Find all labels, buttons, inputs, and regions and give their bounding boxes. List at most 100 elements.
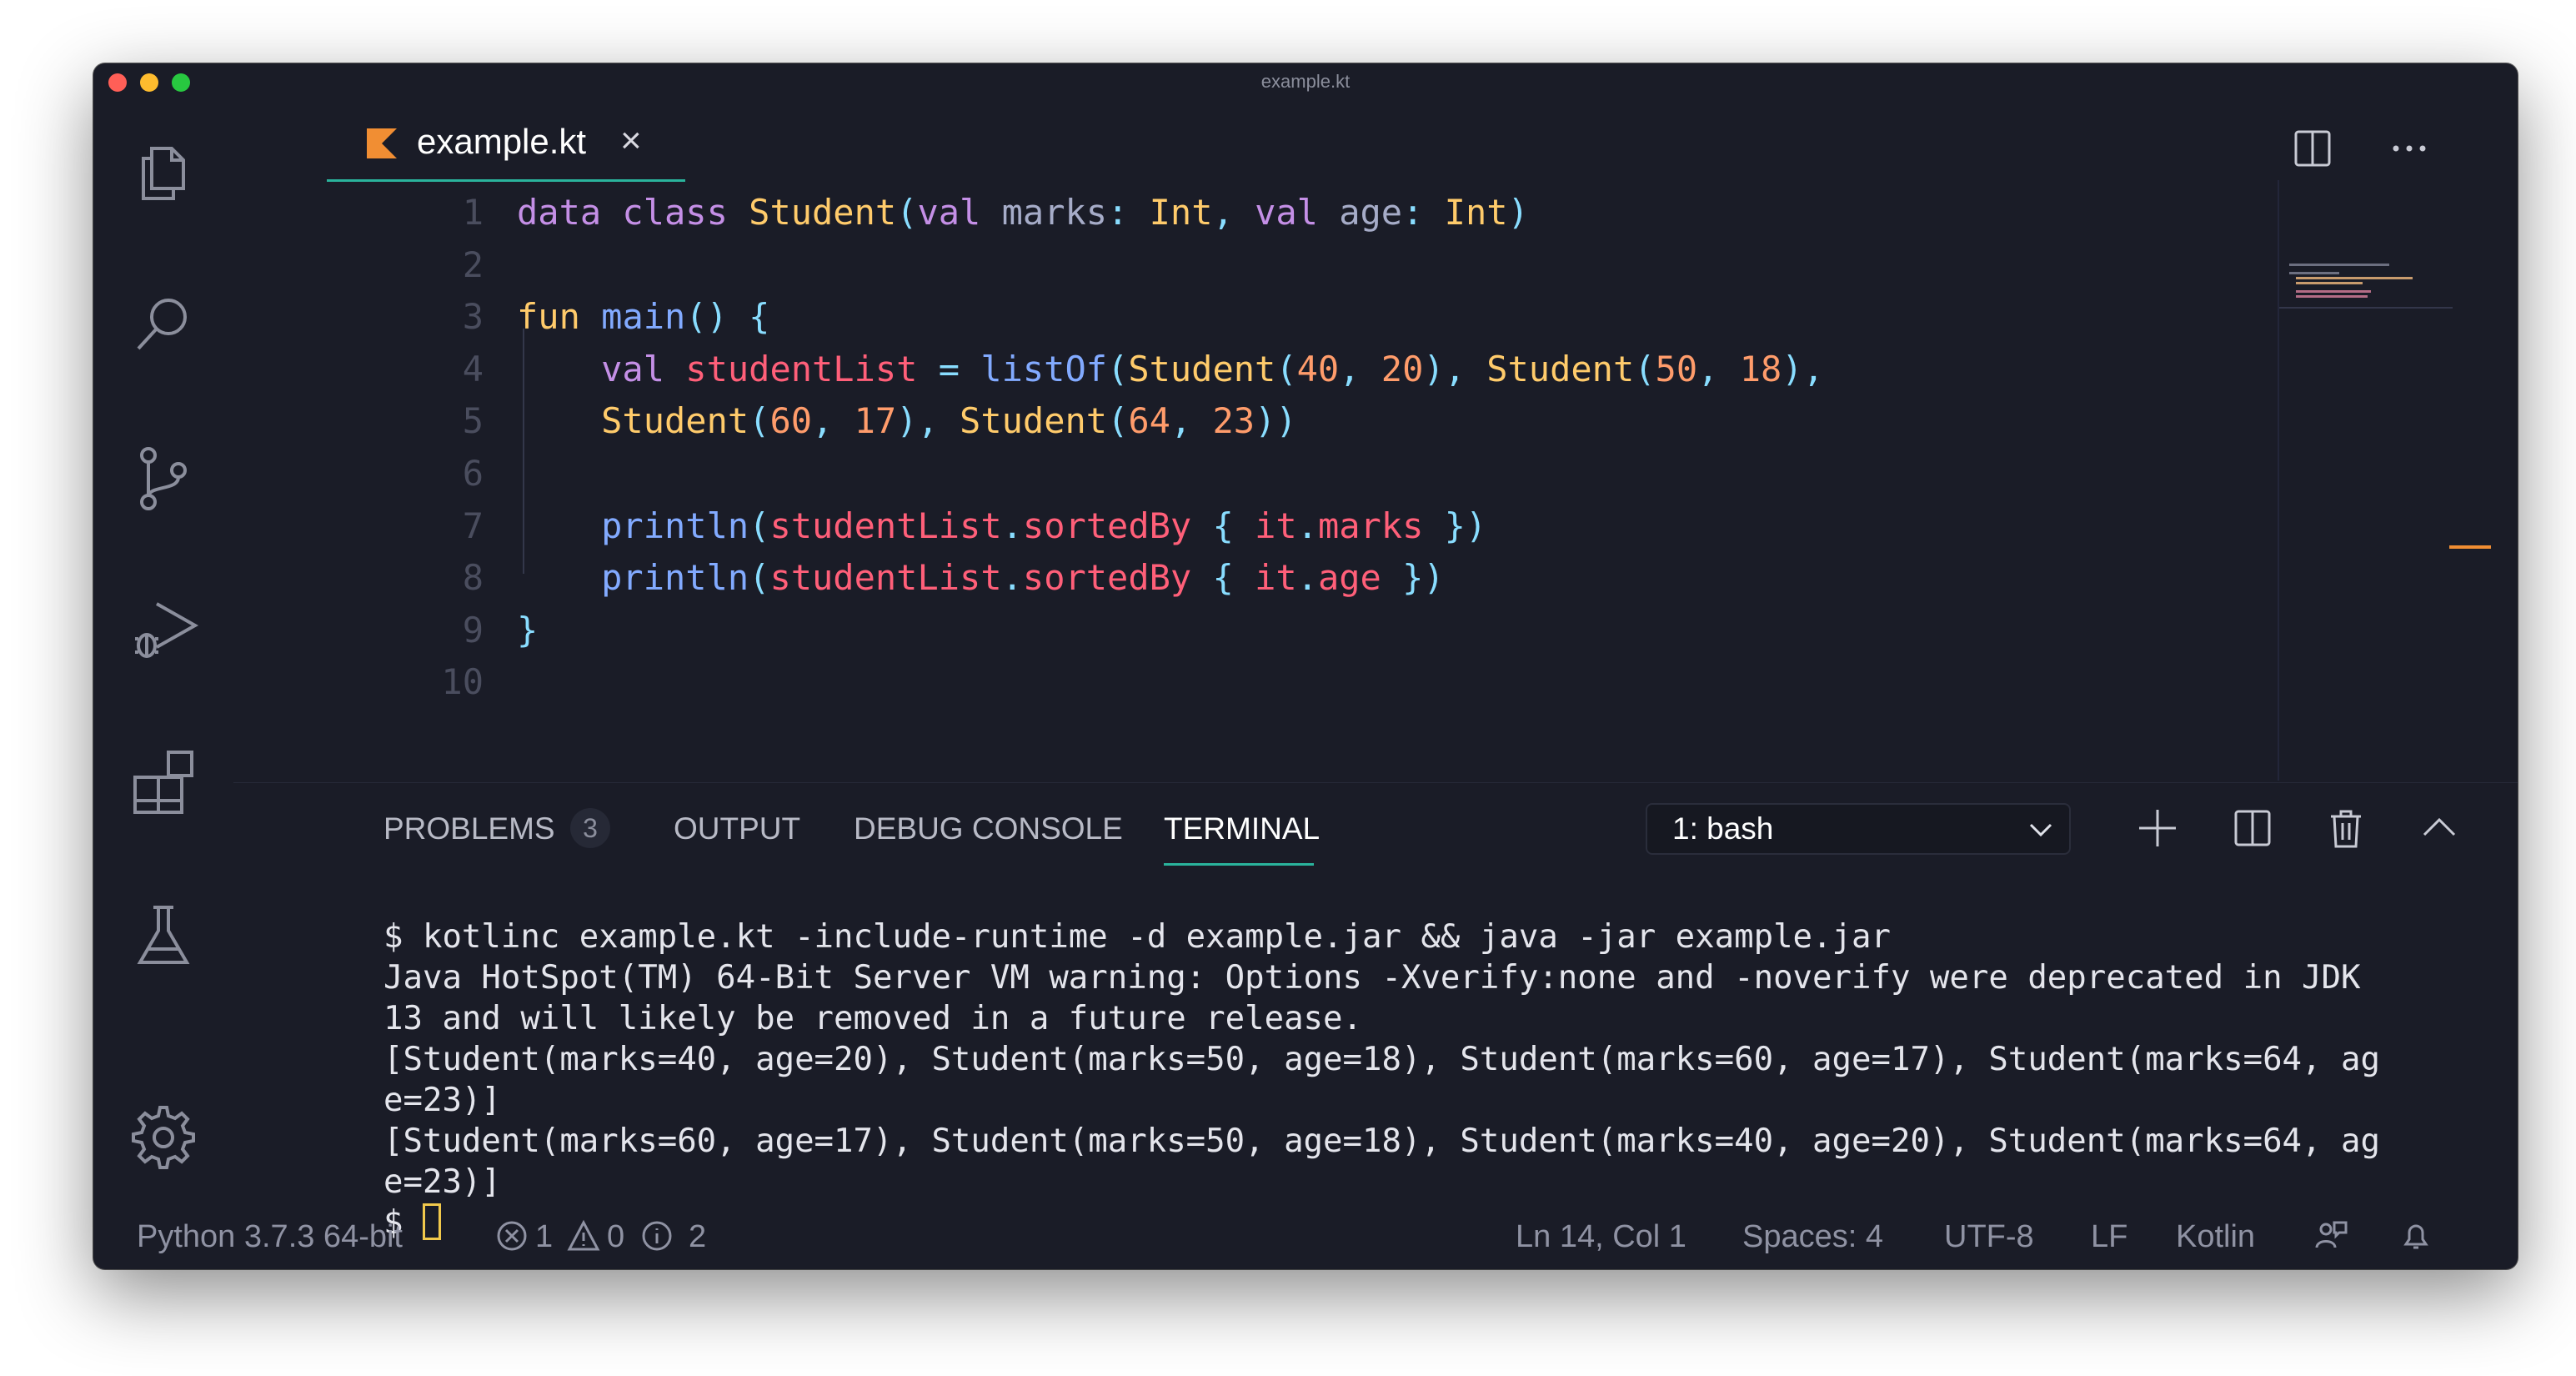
- code-token: data class: [517, 192, 749, 233]
- close-icon[interactable]: ×: [620, 120, 642, 162]
- code-token: ,: [1339, 348, 1381, 389]
- code-token: (: [749, 505, 770, 546]
- code-token: Student: [1128, 348, 1276, 389]
- warning-count: 0: [607, 1219, 625, 1254]
- split-terminal-icon[interactable]: [2231, 806, 2274, 850]
- more-actions-icon[interactable]: [2389, 128, 2429, 168]
- terminal-line: [Student(marks=60, age=17), Student(mark…: [383, 1122, 2380, 1160]
- code-token: (: [749, 557, 770, 599]
- tab-debug-console[interactable]: DEBUG CONSOLE: [854, 811, 1123, 846]
- code-token: studentList: [685, 348, 918, 389]
- tab-terminal[interactable]: TERMINAL: [1164, 811, 1320, 846]
- code-token: :: [1402, 192, 1445, 233]
- run-debug-icon[interactable]: [127, 594, 200, 667]
- code-token: ): [1507, 192, 1529, 233]
- code-token: val: [1255, 192, 1340, 233]
- code-token: .: [1001, 557, 1023, 599]
- bell-icon[interactable]: [2399, 1219, 2433, 1253]
- code-token: () {: [685, 296, 770, 338]
- language-mode[interactable]: Kotlin: [2176, 1219, 2255, 1255]
- terminal-select[interactable]: 1: bash: [1646, 803, 2071, 855]
- tab-problems[interactable]: PROBLEMS: [383, 811, 555, 846]
- code-token: (: [896, 192, 918, 233]
- code-token: Student: [749, 192, 897, 233]
- files-icon[interactable]: [127, 133, 200, 207]
- kotlin-logo-icon: [367, 128, 397, 158]
- code-token: main: [601, 296, 686, 338]
- search-icon[interactable]: [127, 287, 200, 360]
- code-token: ,: [1170, 400, 1213, 442]
- minimap[interactable]: [2278, 180, 2491, 781]
- code-line: fun main() {: [517, 296, 769, 337]
- feedback-icon[interactable]: [2314, 1219, 2348, 1253]
- new-terminal-icon[interactable]: [2136, 806, 2179, 850]
- title-bar: example.kt: [93, 63, 2518, 100]
- terminal-select-value: 1: bash: [1672, 811, 1774, 846]
- testing-icon[interactable]: [127, 897, 200, 971]
- code-token: =: [917, 348, 981, 389]
- code-token: val: [917, 192, 1002, 233]
- info-count: 2: [689, 1219, 707, 1254]
- activity-bar: [93, 100, 233, 1203]
- trash-icon[interactable]: [2324, 806, 2368, 850]
- settings-gear-icon[interactable]: [127, 1101, 200, 1174]
- code-token: 40: [1296, 348, 1340, 389]
- code-token: (: [1107, 348, 1129, 389]
- line-number: 3: [462, 296, 484, 338]
- code-token: Int: [1149, 192, 1213, 233]
- indentation[interactable]: Spaces: 4: [1742, 1219, 1883, 1255]
- line-number: 10: [441, 661, 484, 703]
- info-icon[interactable]: [640, 1219, 674, 1253]
- code-token: it: [1255, 505, 1297, 546]
- code-token: Student: [517, 400, 749, 442]
- bottom-panel: PROBLEMS 3 OUTPUT DEBUG CONSOLE TERMINAL…: [233, 782, 2518, 1242]
- terminal-line: e=23)]: [383, 1082, 501, 1119]
- zoom-window-button[interactable]: [172, 73, 190, 92]
- code-token: Student: [1486, 348, 1635, 389]
- code-token: 60: [769, 400, 813, 442]
- code-token: println: [517, 557, 749, 599]
- line-number: 5: [462, 400, 484, 442]
- close-window-button[interactable]: [108, 73, 127, 92]
- source-control-icon[interactable]: [127, 442, 200, 515]
- code-token: )): [1255, 400, 1297, 442]
- tab-output[interactable]: OUTPUT: [674, 811, 800, 846]
- code-token: val: [517, 348, 686, 389]
- python-interpreter[interactable]: Python 3.7.3 64-bit: [137, 1219, 403, 1255]
- minimize-window-button[interactable]: [140, 73, 158, 92]
- editor-window: example.kt example.kt × 1 2 3 4 5 6 7 8 …: [93, 63, 2518, 1269]
- code-token: 50: [1655, 348, 1698, 389]
- extensions-icon[interactable]: [127, 746, 200, 819]
- close-panel-icon[interactable]: [2509, 806, 2518, 850]
- editor-tab-bar: example.kt ×: [233, 100, 2518, 182]
- cursor-position[interactable]: Ln 14, Col 1: [1516, 1219, 1686, 1255]
- error-icon[interactable]: [495, 1219, 529, 1253]
- terminal-line: e=23)]: [383, 1163, 501, 1201]
- line-number: 1: [462, 192, 484, 233]
- end-of-line[interactable]: LF: [2091, 1219, 2127, 1255]
- split-editor-icon[interactable]: [2293, 128, 2333, 168]
- code-token: ),: [1782, 348, 1824, 389]
- terminal-line: 13 and will likely be removed in a futur…: [383, 1000, 1362, 1037]
- problems-count-badge: 3: [570, 808, 610, 848]
- warning-icon[interactable]: [567, 1219, 600, 1253]
- status-bar: Python 3.7.3 64-bit 1 0 2 Ln 14, Col 1 S…: [93, 1203, 2518, 1269]
- code-token: ,: [1697, 348, 1740, 389]
- active-tab-indicator: [1164, 863, 1314, 866]
- file-encoding[interactable]: UTF-8: [1944, 1219, 2034, 1255]
- terminal-line: Java HotSpot(TM) 64-Bit Server VM warnin…: [383, 959, 2361, 997]
- editor-tab[interactable]: example.kt ×: [327, 100, 685, 182]
- line-number: 2: [462, 244, 484, 285]
- code-token: (: [1634, 348, 1656, 389]
- code-line: val studentList = listOf(Student(40, 20)…: [517, 349, 1824, 389]
- code-line: println(studentList.sortedBy { it.age }): [517, 557, 1445, 598]
- chevron-up-icon[interactable]: [2418, 806, 2461, 850]
- code-token: fun: [517, 296, 602, 338]
- code-token: .: [1296, 505, 1318, 546]
- code-token: marks: [1317, 505, 1424, 546]
- code-token: (: [1275, 348, 1297, 389]
- chevron-down-icon: [2029, 823, 2052, 837]
- code-editor[interactable]: 1 2 3 4 5 6 7 8 9 10 data class Student(val marks:…: [233, 182, 2326, 782]
- code-token: it: [1255, 557, 1297, 599]
- terminal-output[interactable]: $ kotlinc example.kt -include-runtime -d…: [383, 916, 2468, 1243]
